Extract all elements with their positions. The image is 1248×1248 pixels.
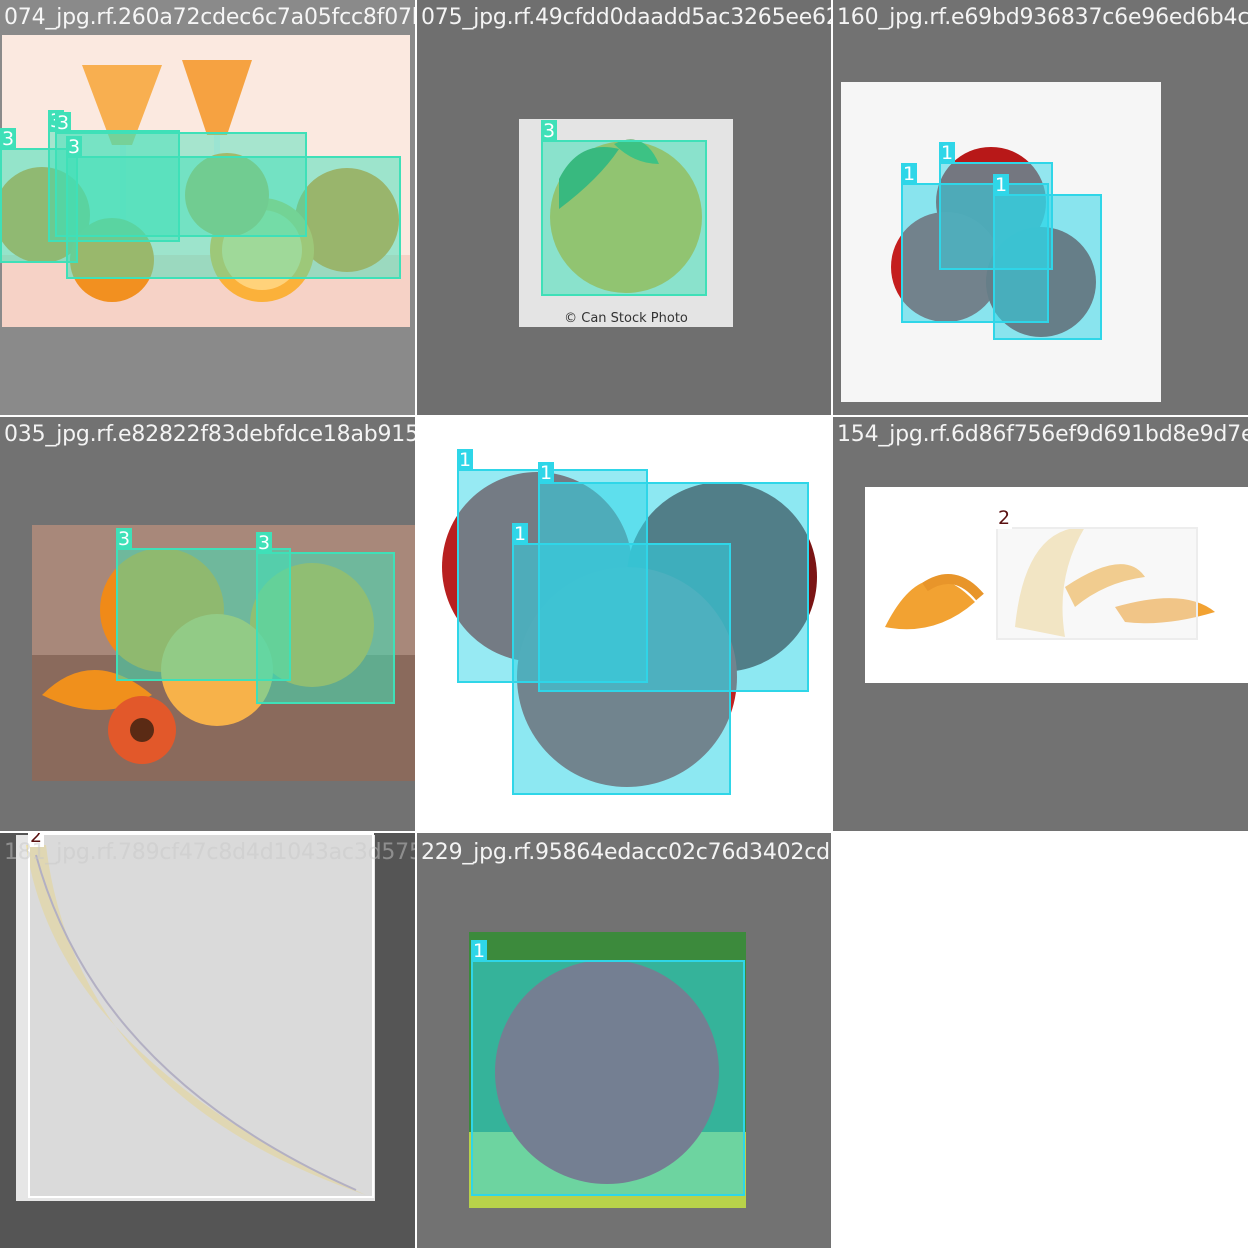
- photo-oranges-flower: [32, 525, 415, 781]
- tile-filename: 075_jpg.rf.49cfdd0daadd5ac3265ee626660c5: [421, 5, 831, 30]
- photo-orange-cocktail: [2, 35, 410, 327]
- training-batch-mosaic: 3 3 3 3 074_jpg.rf.260a72cdec6c7a05fcc8f…: [0, 0, 1248, 1248]
- tile-filename: 188_jpg.rf.71e5771515853cffb1bf91ba62547: [421, 422, 831, 447]
- photo-three-apples: [841, 82, 1161, 402]
- tile-filename: 181_jpg.rf.789cf47c8d4d1043ac3d57577565f: [4, 840, 415, 865]
- tile-filename: 160_jpg.rf.e69bd936837c6e96ed6b4c5: [837, 5, 1248, 30]
- photo-apples-cluster: [417, 417, 831, 831]
- tile-three-apples: 1 1 1 160_jpg.rf.e69bd936837c6e96ed6b4c5: [833, 0, 1248, 415]
- tile-oranges-flower: 3 3 035_jpg.rf.e82822f83debfdce18ab915e2…: [0, 417, 415, 831]
- tile-filename: 035_jpg.rf.e82822f83debfdce18ab915e23875: [4, 422, 415, 447]
- tile-red-apple: 1 229_jpg.rf.95864edacc02c76d3402cddffa3…: [417, 833, 831, 1248]
- photo-red-apple: [469, 932, 746, 1208]
- tile-single-banana: 2 181_jpg.rf.789cf47c8d4d1043ac3d5757756…: [0, 833, 415, 1248]
- tile-filename: 074_jpg.rf.260a72cdec6c7a05fcc8f07bd334e: [4, 5, 415, 30]
- tile-banana-peel: 2 154_jpg.rf.6d86f756ef9d691bd8e9d7e2: [833, 417, 1248, 831]
- tile-apples-cluster: 1 1 1 188_jpg.rf.71e5771515853cffb1bf91b…: [417, 417, 831, 831]
- photo-single-banana: [16, 835, 375, 1201]
- tile-single-orange: © Can Stock Photo 3 075_jpg.rf.49cfdd0da…: [417, 0, 831, 415]
- empty-tile-slot: [833, 833, 1248, 1248]
- photo-single-orange: © Can Stock Photo: [519, 119, 733, 327]
- stock-watermark: © Can Stock Photo: [564, 311, 688, 326]
- tile-orange-cocktail: 3 3 3 3 074_jpg.rf.260a72cdec6c7a05fcc8f…: [0, 0, 415, 415]
- photo-banana-peel: [865, 487, 1248, 683]
- tile-filename: 229_jpg.rf.95864edacc02c76d3402cddffa395: [421, 840, 831, 865]
- tile-filename: 154_jpg.rf.6d86f756ef9d691bd8e9d7e2: [837, 422, 1248, 447]
